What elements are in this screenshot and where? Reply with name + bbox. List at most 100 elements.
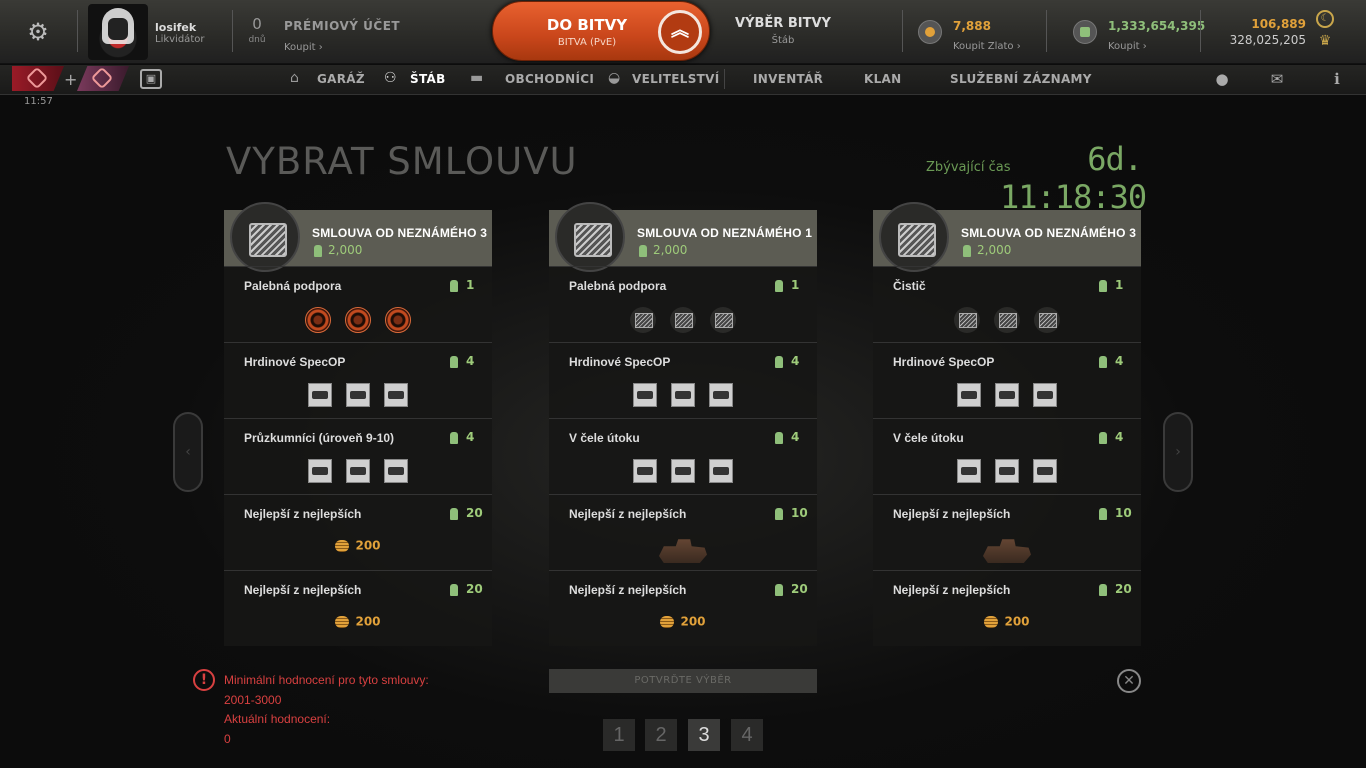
task-rewards xyxy=(224,307,492,335)
buy-credits-link[interactable]: Koupit › xyxy=(1108,34,1147,53)
settings-gear-icon[interactable]: ⚙ xyxy=(26,20,50,44)
info-icon[interactable]: ℹ xyxy=(1328,70,1346,88)
page-button-1[interactable]: 1 xyxy=(603,719,635,751)
task-label: Nejlepší z nejlepších xyxy=(893,507,1011,521)
tank-card-icon xyxy=(709,459,733,483)
clock: 11:57 xyxy=(24,96,53,107)
nav-service-records[interactable]: SLUŽEBNÍ ZÁZNAMY xyxy=(950,72,1092,86)
points-badge-icon xyxy=(450,432,458,444)
contract-task-row[interactable]: Hrdinové SpecOP 4 xyxy=(873,342,1141,418)
chevron-right-icon: › xyxy=(1139,41,1147,52)
contract-task-row[interactable]: Čistič 1 xyxy=(873,266,1141,342)
contract-title: SMLOUVA OD NEZNÁMÉHO 3 xyxy=(961,226,1137,240)
contract-task-row[interactable]: Nejlepší z nejlepších 10 xyxy=(549,494,817,570)
tank-card-icon xyxy=(384,459,408,483)
fire-support-target-icon xyxy=(305,307,331,333)
contract-title: SMLOUVA OD NEZNÁMÉHO 1 xyxy=(637,226,813,240)
confirm-selection-button[interactable]: POTVRĎTE VÝBĚR xyxy=(549,669,817,693)
task-label: Hrdinové SpecOP xyxy=(893,355,995,369)
contract-task-row[interactable]: Nejlepší z nejlepších 20 200 xyxy=(224,494,492,570)
buy-gold-link[interactable]: Koupit Zlato › xyxy=(953,34,1021,53)
points-badge-icon xyxy=(1099,432,1107,444)
contract-chest-icon xyxy=(879,202,949,272)
task-label: Nejlepší z nejlepších xyxy=(244,507,362,521)
contract-task-row[interactable]: Hrdinové SpecOP 4 xyxy=(549,342,817,418)
contract-header: SMLOUVA OD NEZNÁMÉHO 3 2,000 xyxy=(873,202,1141,272)
battle-select-title[interactable]: VÝBĚR BITVY xyxy=(735,16,831,31)
task-rewards: 200 xyxy=(873,611,1141,639)
nav-clan[interactable]: KLAN xyxy=(864,72,901,86)
contract-task-row[interactable]: V čele útoku 4 xyxy=(873,418,1141,494)
nav-merchants[interactable]: OBCHODNÍCI xyxy=(505,72,594,86)
task-points: 20 xyxy=(1115,582,1132,596)
chat-icon[interactable]: ✉ xyxy=(1268,70,1286,88)
rank-insignia-icon: ♛ xyxy=(1318,33,1332,49)
supply-chest-icon xyxy=(1034,307,1060,333)
nav-hq[interactable]: ŠTÁB xyxy=(410,72,446,86)
contract-card[interactable]: SMLOUVA OD NEZNÁMÉHO 1 2,000 Palebná podpo… xyxy=(549,202,817,646)
contract-price: 2,000 xyxy=(328,243,363,257)
next-arrow-button[interactable]: › xyxy=(1163,412,1193,492)
contract-task-row[interactable]: Palebná podpora 1 xyxy=(224,266,492,342)
contract-task-row[interactable]: V čele útoku 4 xyxy=(549,418,817,494)
user-rank: Likvidátor xyxy=(155,34,205,45)
current-rating-value: 0 xyxy=(224,732,231,746)
tank-card-icon xyxy=(1033,383,1057,407)
premium-buy-link[interactable]: Koupit › xyxy=(284,35,323,54)
contract-chest-icon xyxy=(555,202,625,272)
supply-chest-icon xyxy=(670,307,696,333)
page-button-3[interactable]: 3 xyxy=(688,719,720,751)
task-rewards xyxy=(549,307,817,335)
gold-coins-icon xyxy=(660,615,675,628)
points-badge-icon xyxy=(450,508,458,520)
contract-task-row[interactable]: Hrdinové SpecOP 4 xyxy=(224,342,492,418)
contract-card[interactable]: SMLOUVA OD NEZNÁMÉHO 3 2,000 Palebná podpo… xyxy=(224,202,492,646)
points-badge-icon xyxy=(1099,508,1107,520)
supply-chest-icon xyxy=(630,307,656,333)
points-badge-icon xyxy=(775,280,783,292)
battle-select-subtitle: Štáb xyxy=(771,35,795,46)
task-label: Čistič xyxy=(893,279,926,293)
supply-chest-icon xyxy=(954,307,980,333)
task-rewards xyxy=(549,535,817,563)
task-rewards: 200 xyxy=(224,535,492,563)
gold-reward-value: 200 xyxy=(680,614,706,629)
battle-button[interactable]: DO BITVY BITVA (PvE) ︽ xyxy=(492,1,710,61)
credits-icon xyxy=(1073,20,1097,44)
close-icon[interactable]: ✕ xyxy=(1117,669,1141,693)
tank-card-icon xyxy=(308,459,332,483)
avatar[interactable] xyxy=(88,4,148,60)
gold-coins-icon xyxy=(984,615,999,628)
task-rewards xyxy=(873,535,1141,563)
page-button-4[interactable]: 4 xyxy=(731,719,763,751)
task-points: 1 xyxy=(1115,278,1124,292)
divider xyxy=(902,10,903,52)
points-badge-icon xyxy=(775,508,783,520)
lock-icon[interactable]: ▣ xyxy=(140,69,162,89)
contract-header: SMLOUVA OD NEZNÁMÉHO 3 2,000 xyxy=(224,202,492,272)
profile-icon[interactable]: ● xyxy=(1213,70,1231,88)
contract-task-row[interactable]: Palebná podpora 1 xyxy=(549,266,817,342)
remaining-time-value: 6d. 11:18:30 xyxy=(1000,140,1147,216)
contract-task-row[interactable]: Nejlepší z nejlepších 20 200 xyxy=(549,570,817,646)
task-label: Hrdinové SpecOP xyxy=(569,355,671,369)
contract-card[interactable]: SMLOUVA OD NEZNÁMÉHO 3 2,000 Čistič 1 Hrdino… xyxy=(873,202,1141,646)
contract-task-row[interactable]: Průzkumníci (úroveň 9-10) 4 xyxy=(224,418,492,494)
contract-task-row[interactable]: Nejlepší z nejlepších 20 200 xyxy=(873,570,1141,646)
contract-task-row[interactable]: Nejlepší z nejlepších 10 xyxy=(873,494,1141,570)
gold-coins-icon xyxy=(918,20,942,44)
gold-coins-icon xyxy=(335,615,350,628)
task-label: Nejlepší z nejlepších xyxy=(569,583,687,597)
nav-command[interactable]: VELITELSTVÍ xyxy=(632,72,720,86)
prev-arrow-button[interactable]: ‹ xyxy=(173,412,203,492)
tank-reward-icon xyxy=(983,539,1031,563)
nav-garage[interactable]: GARÁŽ xyxy=(317,72,365,86)
page-button-2[interactable]: 2 xyxy=(645,719,677,751)
contract-header: SMLOUVA OD NEZNÁMÉHO 1 2,000 xyxy=(549,202,817,272)
task-points: 1 xyxy=(791,278,800,292)
task-points: 4 xyxy=(1115,354,1124,368)
nav-inventory[interactable]: INVENTÁŘ xyxy=(753,72,823,86)
remaining-time-label: Zbývající čas xyxy=(926,160,1011,175)
contract-task-row[interactable]: Nejlepší z nejlepších 20 200 xyxy=(224,570,492,646)
plus-icon[interactable]: + xyxy=(64,70,77,89)
